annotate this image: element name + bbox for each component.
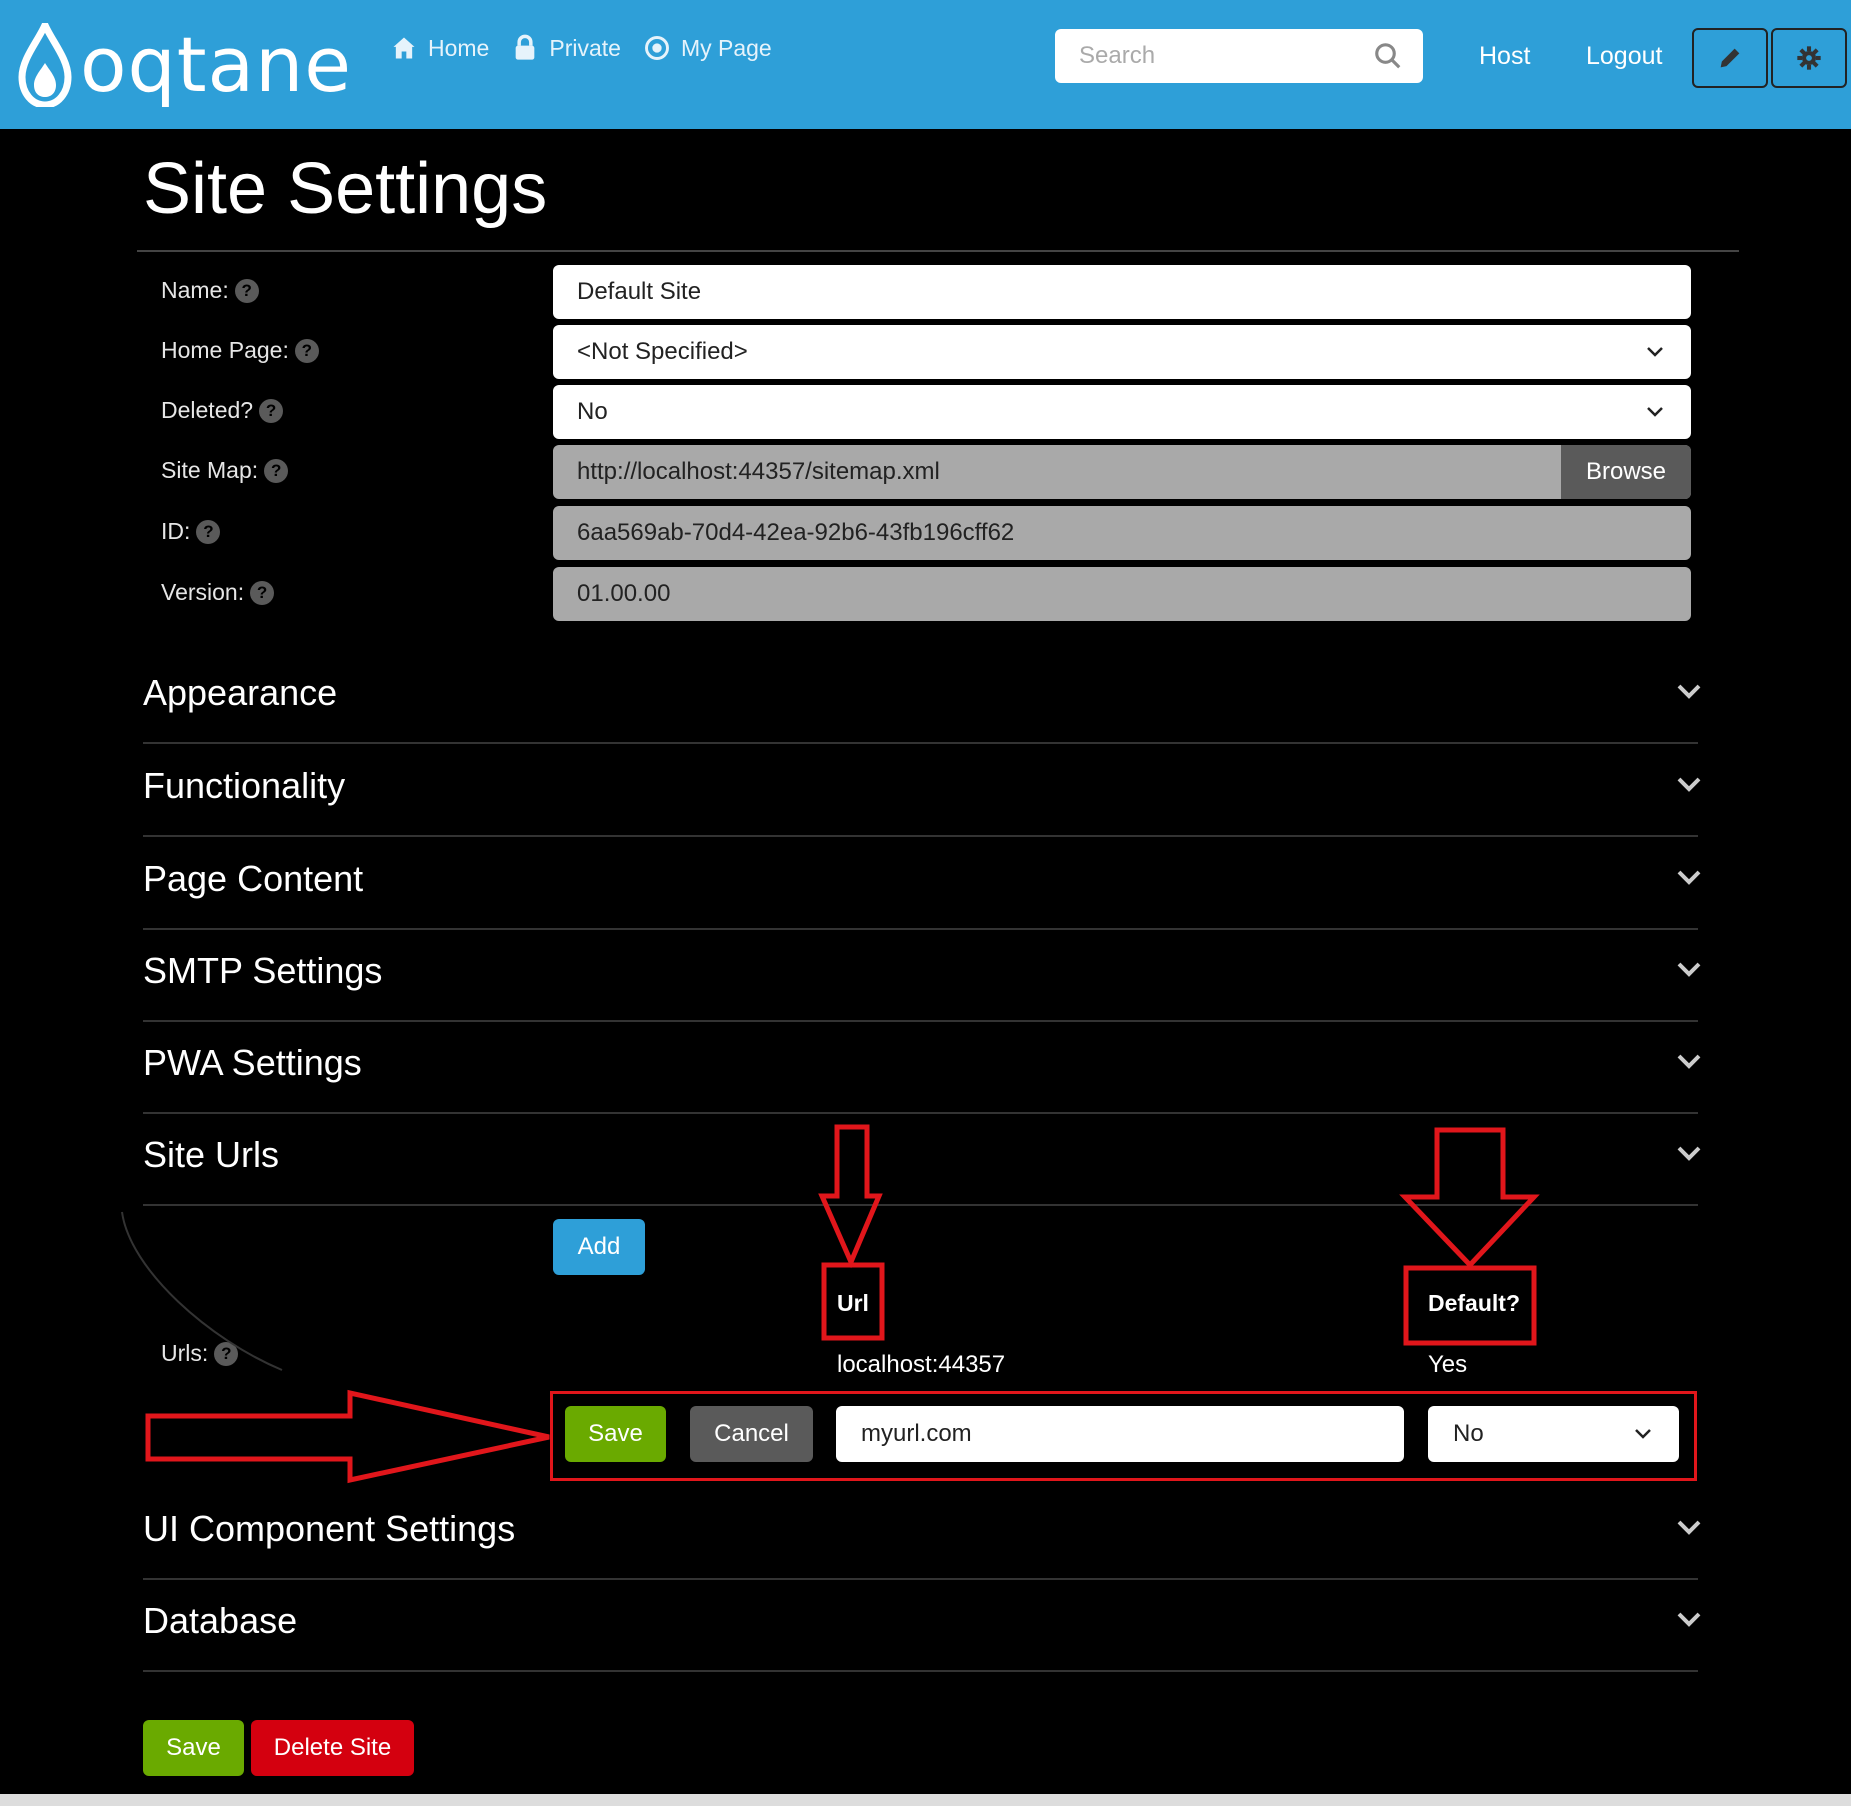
- cancel-url-button[interactable]: Cancel: [690, 1406, 813, 1462]
- chevron-down-icon: [1677, 1054, 1701, 1069]
- help-icon[interactable]: ?: [234, 278, 259, 303]
- default-select[interactable]: No: [1428, 1406, 1679, 1462]
- nav-home[interactable]: Home: [390, 34, 489, 62]
- section-site-urls[interactable]: Site Urls: [143, 1114, 1701, 1206]
- help-icon[interactable]: ?: [264, 458, 289, 483]
- default-cell: Yes: [1428, 1351, 1468, 1378]
- section-title: Appearance: [143, 672, 338, 713]
- name-label: Name:?: [161, 277, 259, 304]
- help-icon[interactable]: ?: [250, 580, 275, 605]
- title-divider: [137, 250, 1739, 252]
- bottom-scroll-edge: [0, 1794, 1851, 1806]
- edit-mode-button[interactable]: [1692, 28, 1768, 88]
- id-label: ID:?: [161, 518, 221, 545]
- chevron-down-icon: [1677, 684, 1701, 699]
- droplet-logo-icon: [18, 23, 72, 107]
- section-functionality[interactable]: Functionality: [143, 745, 1701, 837]
- section-pwa-settings[interactable]: PWA Settings: [143, 1022, 1701, 1114]
- section-title: Site Urls: [143, 1134, 280, 1175]
- section-title: Database: [143, 1600, 298, 1641]
- chevron-down-icon: [1677, 870, 1701, 885]
- delete-site-button[interactable]: Delete Site: [251, 1720, 414, 1776]
- gear-icon: [1797, 46, 1821, 70]
- annotation-arrow: [145, 1389, 550, 1484]
- search-icon[interactable]: [1373, 41, 1403, 71]
- chevron-down-icon: [1635, 1429, 1651, 1439]
- host-link[interactable]: Host: [1479, 42, 1530, 71]
- nav-private[interactable]: Private: [511, 34, 621, 62]
- target-icon: [644, 36, 669, 60]
- control-panel-button[interactable]: [1771, 28, 1847, 88]
- section-page-content[interactable]: Page Content: [143, 838, 1701, 930]
- section-title: PWA Settings: [143, 1042, 362, 1083]
- column-header-default: Default?: [1428, 1290, 1520, 1316]
- home-page-row: Home Page:? <Not Specified>: [0, 325, 1851, 381]
- version-row: Version:? 01.00.00: [0, 567, 1851, 623]
- deleted-label: Deleted??: [161, 397, 284, 424]
- section-database[interactable]: Database: [143, 1580, 1701, 1672]
- id-field: 6aa569ab-70d4-42ea-92b6-43fb196cff62: [553, 506, 1691, 560]
- save-site-button[interactable]: Save: [143, 1720, 244, 1776]
- section-smtp-settings[interactable]: SMTP Settings: [143, 930, 1701, 1022]
- pencil-icon: [1720, 48, 1740, 68]
- site-map-field: http://localhost:44357/sitemap.xml Brows…: [553, 445, 1691, 499]
- url-input[interactable]: [836, 1406, 1404, 1462]
- site-map-label: Site Map:?: [161, 457, 289, 484]
- column-header-url: Url: [837, 1290, 869, 1316]
- main-nav: Home Private My Page: [390, 34, 772, 62]
- chevron-down-icon: [1647, 407, 1663, 417]
- id-row: ID:? 6aa569ab-70d4-42ea-92b6-43fb196cff6…: [0, 506, 1851, 562]
- nav-private-label: Private: [549, 34, 621, 61]
- browse-button[interactable]: Browse: [1561, 445, 1691, 499]
- chevron-down-icon: [1677, 777, 1701, 792]
- name-field[interactable]: Default Site: [553, 265, 1691, 319]
- version-field: 01.00.00: [553, 567, 1691, 621]
- lock-icon: [516, 34, 535, 60]
- url-cell: localhost:44357: [837, 1351, 1006, 1378]
- chevron-down-icon: [1647, 347, 1663, 357]
- section-title: Functionality: [143, 765, 346, 806]
- help-icon[interactable]: ?: [294, 338, 319, 363]
- section-title: SMTP Settings: [143, 950, 383, 991]
- site-map-row: Site Map:? http://localhost:44357/sitema…: [0, 445, 1851, 501]
- home-page-label: Home Page:?: [161, 337, 319, 364]
- add-url-button[interactable]: Add: [553, 1219, 645, 1275]
- nav-my-page[interactable]: My Page: [643, 34, 772, 62]
- chevron-down-icon: [1677, 1146, 1701, 1161]
- section-title: Page Content: [143, 858, 364, 899]
- urls-label: Urls:?: [161, 1340, 239, 1367]
- nav-my-page-label: My Page: [680, 34, 772, 61]
- logo-text: oqtane: [80, 20, 353, 109]
- version-label: Version:?: [161, 579, 275, 606]
- help-icon[interactable]: ?: [196, 519, 221, 544]
- deleted-row: Deleted?? No: [0, 385, 1851, 441]
- section-title: UI Component Settings: [143, 1508, 516, 1549]
- search-box: [1055, 29, 1423, 83]
- chevron-down-icon: [1677, 962, 1701, 977]
- home-page-select[interactable]: <Not Specified>: [553, 325, 1691, 379]
- page-title: Site Settings: [143, 149, 548, 229]
- section-ui-component-settings[interactable]: UI Component Settings: [143, 1488, 1701, 1580]
- home-icon: [393, 37, 415, 59]
- top-navbar: oqtane Home Private My Page Host Logout: [0, 0, 1851, 129]
- help-icon[interactable]: ?: [259, 398, 284, 423]
- oqtane-logo[interactable]: oqtane: [18, 22, 352, 108]
- help-icon[interactable]: ?: [214, 1341, 239, 1366]
- search-input[interactable]: [1077, 41, 1361, 71]
- nav-home-label: Home: [428, 34, 490, 61]
- save-url-button[interactable]: Save: [565, 1406, 666, 1462]
- chevron-down-icon: [1677, 1612, 1701, 1627]
- name-row: Name:? Default Site: [0, 265, 1851, 321]
- deleted-select[interactable]: No: [553, 385, 1691, 439]
- section-appearance[interactable]: Appearance: [143, 652, 1701, 744]
- logout-link[interactable]: Logout: [1586, 42, 1662, 71]
- chevron-down-icon: [1677, 1520, 1701, 1535]
